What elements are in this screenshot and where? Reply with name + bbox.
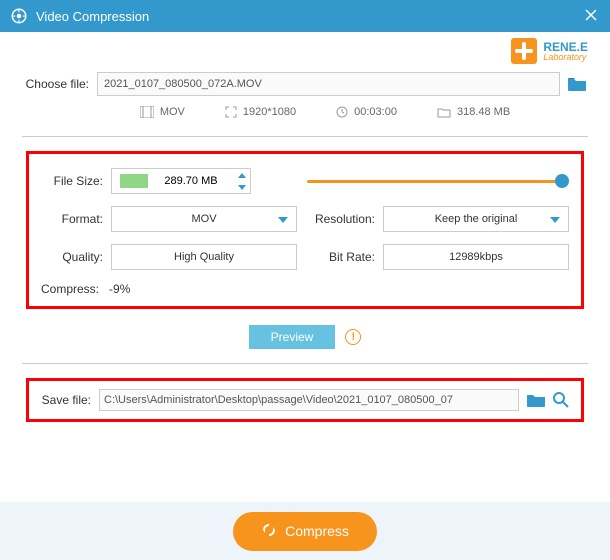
meta-resolution: 1920*1080 [225, 106, 296, 118]
filesize-slider[interactable] [307, 168, 569, 194]
format-dropdown[interactable]: MOV [111, 206, 297, 232]
divider-1 [22, 136, 588, 137]
meta-duration: 00:03:00 [336, 106, 397, 118]
quality-label: Quality: [41, 250, 111, 264]
preview-button[interactable]: Preview [249, 325, 336, 349]
filesize-input[interactable]: 289.70 MB [111, 168, 251, 194]
save-folder-icon[interactable] [525, 390, 547, 410]
warning-icon[interactable]: ! [345, 329, 361, 345]
close-button[interactable] [580, 4, 602, 26]
bitrate-field[interactable]: 12989kbps [383, 244, 569, 270]
refresh-icon [261, 522, 277, 541]
chevron-down-icon [278, 217, 288, 223]
bitrate-label: Bit Rate: [313, 250, 383, 264]
quality-field[interactable]: High Quality [111, 244, 297, 270]
search-icon[interactable] [551, 390, 571, 410]
expand-icon [225, 106, 237, 118]
settings-panel: File Size: 289.70 MB Forma [26, 151, 584, 309]
slider-thumb[interactable] [555, 174, 569, 188]
film-icon [140, 106, 154, 118]
choose-file-input[interactable]: 2021_0107_080500_072A.MOV [97, 72, 560, 96]
divider-2 [22, 363, 588, 364]
meta-format: MOV [140, 106, 185, 118]
clock-icon [336, 106, 348, 118]
filesize-bar [120, 174, 148, 188]
resolution-label: Resolution: [313, 212, 383, 226]
choose-file-label: Choose file: [22, 77, 97, 91]
save-file-label: Save file: [39, 393, 99, 407]
compress-ratio: Compress: -9% [41, 282, 569, 296]
footer: Compress [0, 502, 610, 560]
filesize-down[interactable] [234, 181, 250, 193]
format-label: Format: [41, 212, 111, 226]
filesize-up[interactable] [234, 169, 250, 181]
filesize-value: 289.70 MB [148, 175, 234, 187]
folder-outline-icon [437, 107, 451, 118]
resolution-dropdown[interactable]: Keep the original [383, 206, 569, 232]
save-file-input[interactable]: C:\Users\Administrator\Desktop\passage\V… [99, 389, 519, 411]
app-icon [10, 7, 28, 25]
chevron-down-icon [550, 217, 560, 223]
window-title: Video Compression [36, 9, 149, 24]
meta-size: 318.48 MB [437, 106, 510, 118]
save-file-row: Save file: C:\Users\Administrator\Deskto… [26, 378, 584, 422]
choose-file-row: Choose file: 2021_0107_080500_072A.MOV [22, 72, 588, 96]
file-meta-row: MOV 1920*1080 00:03:00 318.48 MB [22, 106, 588, 118]
titlebar: Video Compression [0, 0, 610, 32]
filesize-label: File Size: [41, 174, 111, 188]
preview-row: Preview ! [22, 325, 588, 349]
compress-button[interactable]: Compress [233, 512, 377, 551]
slider-track [307, 180, 569, 183]
browse-folder-icon[interactable] [566, 74, 588, 94]
